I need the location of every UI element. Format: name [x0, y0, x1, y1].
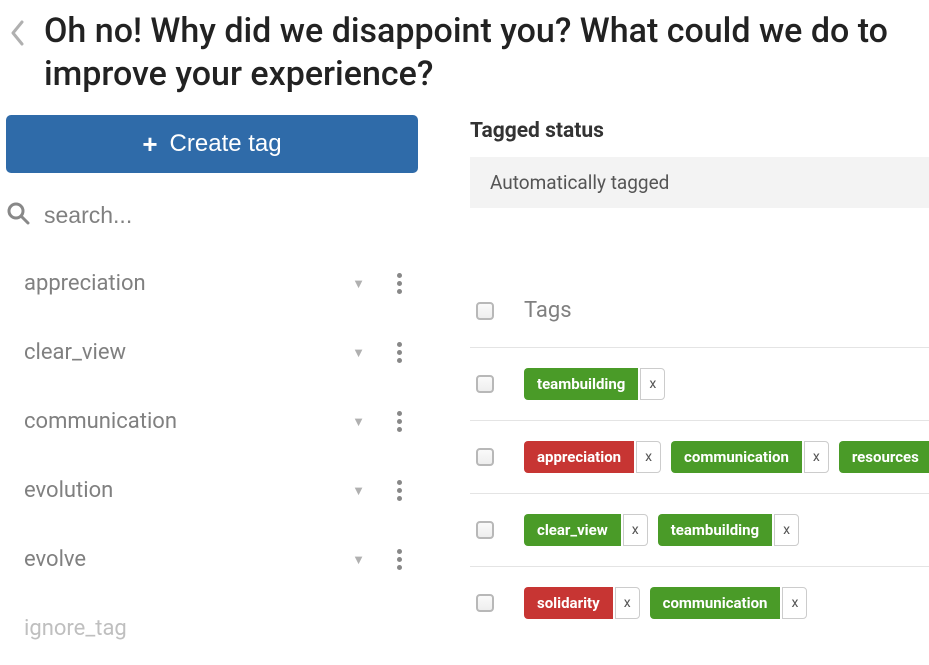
- table-row: appreciation x communication x resources: [470, 421, 929, 494]
- sidebar: + Create tag appreciation ▼ clear_view ▼…: [0, 115, 418, 641]
- create-tag-label: Create tag: [170, 130, 282, 158]
- chevron-down-icon: ▼: [352, 552, 365, 568]
- sidebar-item-evolution[interactable]: evolution ▼: [6, 456, 418, 525]
- chevron-down-icon: ▼: [352, 414, 365, 430]
- sidebar-item-label: appreciation: [24, 271, 352, 296]
- remove-tag-button[interactable]: x: [774, 514, 799, 546]
- tag-chip: teambuilding x: [658, 514, 799, 546]
- search-input[interactable]: [44, 202, 414, 229]
- sidebar-item-label: ignore_tag: [24, 616, 402, 641]
- tag-chip: communication x: [650, 587, 808, 619]
- remove-tag-button[interactable]: x: [623, 514, 648, 546]
- back-button[interactable]: [10, 20, 26, 50]
- tag-chip: solidarity x: [524, 587, 640, 619]
- row-checkbox[interactable]: [476, 375, 494, 393]
- sidebar-item-clear-view[interactable]: clear_view ▼: [6, 318, 418, 387]
- sidebar-item-evolve[interactable]: evolve ▼: [6, 525, 418, 594]
- chip-label: solidarity: [524, 587, 613, 619]
- chip-label: communication: [671, 441, 802, 473]
- tag-chip: clear_view x: [524, 514, 648, 546]
- chevron-down-icon: ▼: [352, 345, 365, 361]
- remove-tag-button[interactable]: x: [782, 587, 807, 619]
- tagged-status-header: Tagged status: [470, 119, 929, 143]
- tag-chip: resources: [839, 441, 929, 473]
- row-checkbox[interactable]: [476, 594, 494, 612]
- chip-label: resources: [839, 441, 929, 473]
- search-icon: [6, 201, 30, 229]
- tags-column-header: Tags: [524, 298, 572, 323]
- sidebar-item-label: communication: [24, 409, 352, 434]
- page-title: Oh no! Why did we disappoint you? What c…: [44, 10, 919, 95]
- tagged-status-value[interactable]: Automatically tagged: [470, 157, 929, 208]
- menu-dots-icon[interactable]: [397, 480, 402, 501]
- chip-label: communication: [650, 587, 781, 619]
- sidebar-item-label: clear_view: [24, 340, 352, 365]
- menu-dots-icon[interactable]: [397, 411, 402, 432]
- chevron-down-icon: ▼: [352, 483, 365, 499]
- sidebar-item-ignore-tag[interactable]: ignore_tag: [6, 594, 418, 641]
- menu-dots-icon[interactable]: [397, 342, 402, 363]
- tag-chip: appreciation x: [524, 441, 661, 473]
- sidebar-item-label: evolve: [24, 547, 352, 572]
- chevron-down-icon: ▼: [352, 276, 365, 292]
- chip-label: appreciation: [524, 441, 634, 473]
- plus-icon: +: [142, 131, 157, 157]
- remove-tag-button[interactable]: x: [636, 441, 661, 473]
- tags-table-header: Tags: [470, 298, 929, 348]
- menu-dots-icon[interactable]: [397, 273, 402, 294]
- table-row: teambuilding x: [470, 348, 929, 421]
- chip-label: teambuilding: [524, 368, 638, 400]
- sidebar-item-label: evolution: [24, 478, 352, 503]
- sidebar-item-communication[interactable]: communication ▼: [6, 387, 418, 456]
- select-all-checkbox[interactable]: [476, 302, 494, 320]
- row-checkbox[interactable]: [476, 448, 494, 466]
- tag-chip: teambuilding x: [524, 368, 665, 400]
- remove-tag-button[interactable]: x: [640, 368, 665, 400]
- row-checkbox[interactable]: [476, 521, 494, 539]
- sidebar-item-appreciation[interactable]: appreciation ▼: [6, 249, 418, 318]
- chip-label: teambuilding: [658, 514, 772, 546]
- remove-tag-button[interactable]: x: [804, 441, 829, 473]
- remove-tag-button[interactable]: x: [615, 587, 640, 619]
- tag-chip: communication x: [671, 441, 829, 473]
- create-tag-button[interactable]: + Create tag: [6, 115, 418, 173]
- table-row: clear_view x teambuilding x: [470, 494, 929, 567]
- chip-label: clear_view: [524, 514, 621, 546]
- main-content: Tagged status Automatically tagged Tags …: [470, 115, 929, 641]
- table-row: solidarity x communication x: [470, 567, 929, 619]
- menu-dots-icon[interactable]: [397, 549, 402, 570]
